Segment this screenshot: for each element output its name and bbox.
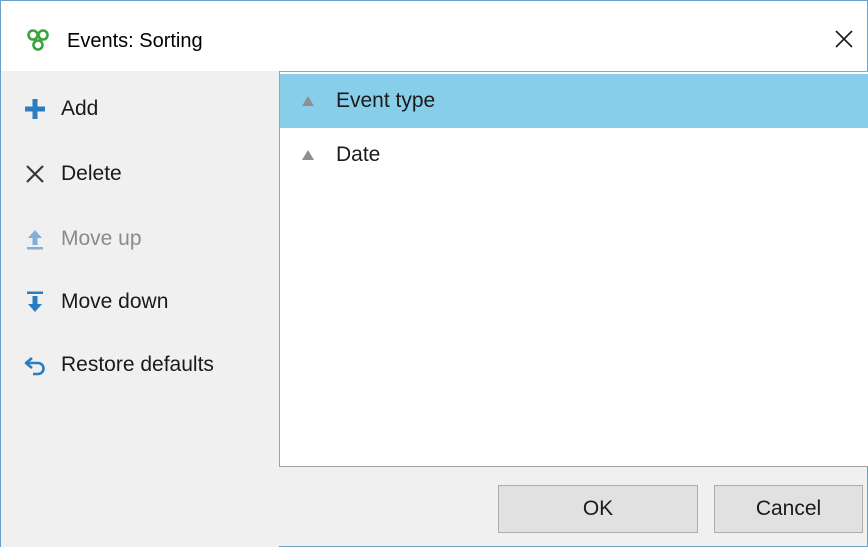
- ascending-triangle-icon: [300, 147, 316, 163]
- delete-button[interactable]: Delete: [23, 154, 122, 194]
- add-label: Add: [61, 97, 99, 120]
- close-button[interactable]: [821, 17, 867, 61]
- restore-defaults-button[interactable]: Restore defaults: [23, 345, 214, 385]
- list-item[interactable]: Date: [280, 128, 868, 182]
- move-down-button[interactable]: Move down: [23, 282, 168, 322]
- sort-field-label: Event type: [336, 89, 436, 112]
- app-logo-icon: [27, 29, 49, 51]
- window-title: Events: Sorting: [67, 30, 203, 52]
- undo-arrow-icon: [23, 353, 47, 377]
- sort-field-label: Date: [336, 143, 381, 166]
- delete-label: Delete: [61, 162, 122, 185]
- close-icon: [835, 30, 853, 48]
- move-down-icon: [23, 290, 47, 314]
- ok-button[interactable]: OK: [498, 485, 698, 533]
- add-button[interactable]: Add: [23, 89, 98, 129]
- delete-x-icon: [23, 162, 47, 186]
- list-item[interactable]: Event type: [280, 74, 868, 128]
- sorting-dialog: Events: Sorting Add Delete Move up Move …: [0, 0, 868, 547]
- ascending-triangle-icon: [300, 93, 316, 109]
- restore-defaults-label: Restore defaults: [61, 353, 214, 376]
- move-up-icon: [23, 227, 47, 251]
- plus-icon: [23, 97, 47, 121]
- sort-fields-list[interactable]: Event type Date: [279, 71, 868, 467]
- move-up-label: Move up: [61, 227, 142, 250]
- title-bar: Events: Sorting: [1, 1, 867, 71]
- move-up-button[interactable]: Move up: [23, 219, 142, 259]
- move-down-label: Move down: [61, 290, 169, 313]
- cancel-button[interactable]: Cancel: [714, 485, 863, 533]
- action-sidebar: Add Delete Move up Move down Restore def…: [1, 71, 279, 547]
